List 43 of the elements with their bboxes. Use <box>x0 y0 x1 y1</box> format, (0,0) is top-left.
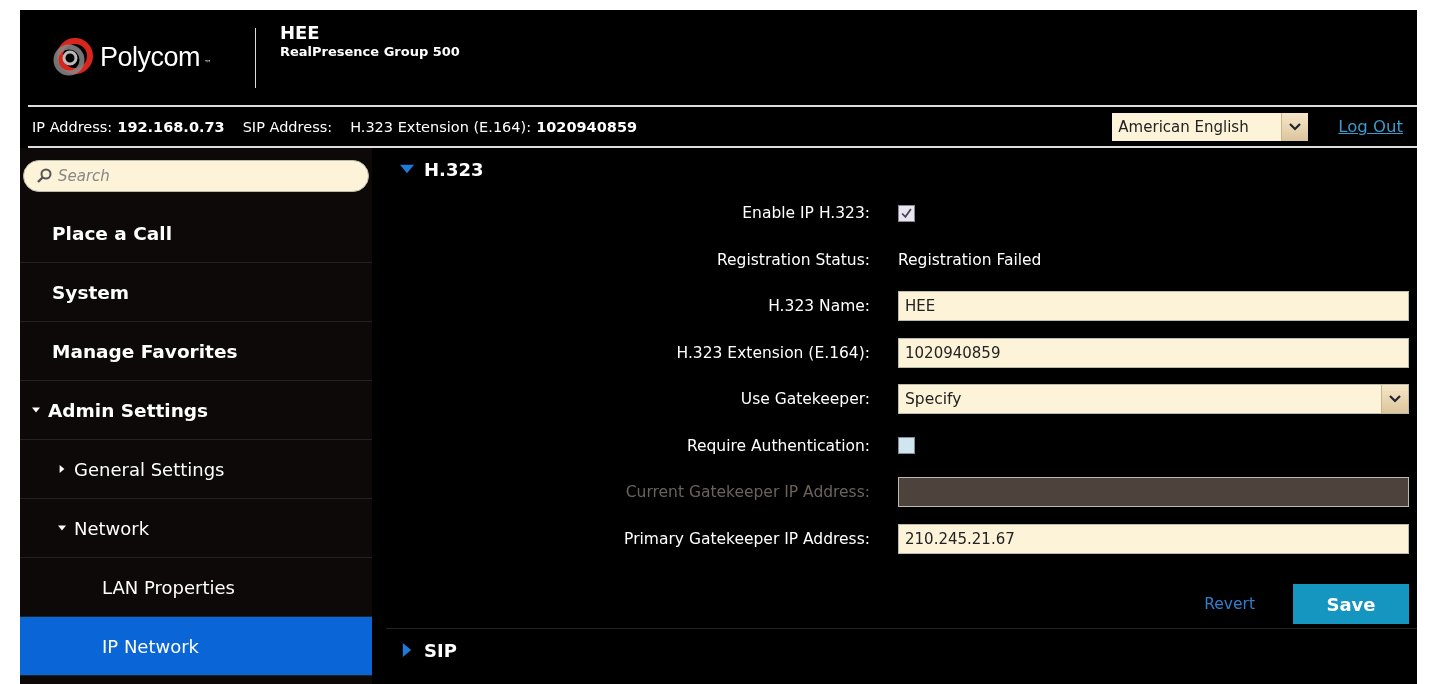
field-label: Current Gatekeeper IP Address: <box>624 483 870 502</box>
revert-link[interactable]: Revert <box>1204 595 1255 613</box>
caret-right-icon <box>58 465 66 473</box>
text-field[interactable]: 210.245.21.67 <box>898 523 1409 554</box>
dropdown[interactable]: Specify <box>898 384 1409 415</box>
nav-item[interactable]: Place a Call <box>20 204 372 263</box>
brand-name: Polycom <box>100 42 201 73</box>
nav-item[interactable]: System <box>20 263 372 322</box>
nav-item[interactable]: Network <box>20 499 372 558</box>
chevron-down-icon <box>1289 122 1302 131</box>
language-select[interactable]: American English <box>1112 112 1309 141</box>
info-text: H.323 Extension (E.164): 1020940859 <box>350 118 638 135</box>
info-text: IP Address: 192.168.0.73 <box>32 118 225 135</box>
nav-item[interactable]: General Settings <box>20 440 372 499</box>
field-label: Primary Gatekeeper IP Address: <box>623 529 870 548</box>
status-text: Registration Failed <box>898 250 1043 269</box>
field-label: H.323 Name: <box>767 297 870 316</box>
caret-down-icon <box>400 162 414 176</box>
field-label: Use Gatekeeper: <box>739 390 870 409</box>
caret-right-icon <box>400 643 414 657</box>
trademark-mark: ™ <box>204 58 213 68</box>
text-field[interactable]: 1020940859 <box>898 337 1409 368</box>
text-field[interactable]: HEE <box>898 291 1409 322</box>
chevron-down-icon <box>1389 395 1401 404</box>
field-label: Require Authentication: <box>685 436 870 455</box>
section-header[interactable]: SIP <box>386 629 1417 671</box>
device-name: HEE <box>280 22 321 44</box>
nav-item[interactable]: IP Network <box>20 617 372 676</box>
section-header[interactable]: H.323 <box>386 148 1417 190</box>
search-field[interactable]: Search <box>23 160 369 192</box>
caret-down-icon <box>58 524 66 532</box>
field-label: H.323 Extension (E.164): <box>675 343 870 362</box>
field-label: Enable IP H.323: <box>741 204 870 223</box>
info-text: SIP Address: <box>242 118 333 135</box>
checkbox[interactable] <box>898 204 915 222</box>
checkbox[interactable] <box>898 437 915 455</box>
logout-link[interactable]: Log Out <box>1338 117 1403 136</box>
nav-item[interactable]: Admin Settings <box>20 381 372 440</box>
device-model: RealPresence Group 500 <box>280 44 460 59</box>
caret-down-icon <box>32 406 40 414</box>
search-icon <box>36 168 52 184</box>
nav-item[interactable]: Manage Favorites <box>20 322 372 381</box>
field-label: Registration Status: <box>716 250 870 269</box>
